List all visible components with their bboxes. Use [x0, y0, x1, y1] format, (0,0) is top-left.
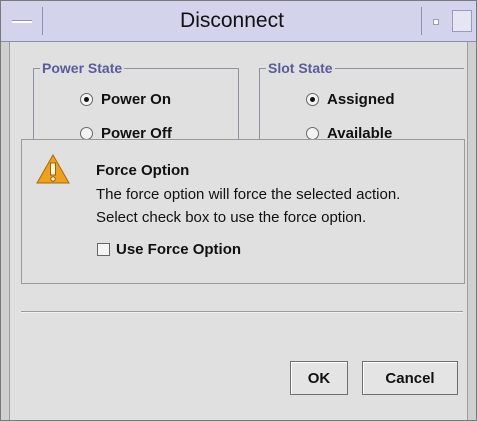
assigned-label: Assigned: [327, 90, 395, 108]
cancel-button[interactable]: Cancel: [362, 361, 458, 395]
window-border-right: [467, 42, 476, 420]
window-menu-button[interactable]: [9, 13, 35, 29]
force-description-line2: Select check box to use the force option…: [96, 209, 367, 226]
power-on-radio[interactable]: Power On: [80, 89, 171, 109]
slot-state-label: Slot State: [266, 60, 335, 76]
maximize-button[interactable]: [452, 10, 472, 32]
minimize-icon: [433, 19, 439, 25]
use-force-checkbox[interactable]: [97, 243, 110, 256]
power-state-label: Power State: [40, 60, 125, 76]
dialog-window: Disconnect Power State Power On Power Of…: [0, 0, 477, 421]
power-on-label: Power On: [101, 90, 172, 108]
window-border-left: [1, 42, 10, 420]
radio-unselected-icon[interactable]: [306, 126, 319, 140]
radio-selected-icon[interactable]: [80, 92, 93, 106]
title-separator: [421, 7, 422, 35]
radio-selected-icon[interactable]: [306, 92, 319, 106]
ok-button[interactable]: OK: [290, 361, 348, 395]
title-bar[interactable]: Disconnect: [1, 1, 476, 42]
force-option-box: Force Option The force option will force…: [21, 139, 465, 284]
menu-icon: [12, 20, 32, 23]
window-title: Disconnect: [180, 9, 284, 32]
button-divider: [21, 311, 463, 313]
force-option-title: Force Option: [96, 162, 190, 179]
warning-icon: [36, 154, 70, 184]
force-description-line1: The force option will force the selected…: [96, 186, 401, 203]
assigned-radio[interactable]: Assigned: [306, 89, 395, 109]
use-force-label[interactable]: Use Force Option: [116, 241, 241, 258]
minimize-button[interactable]: [425, 11, 445, 29]
radio-unselected-icon[interactable]: [80, 126, 93, 140]
